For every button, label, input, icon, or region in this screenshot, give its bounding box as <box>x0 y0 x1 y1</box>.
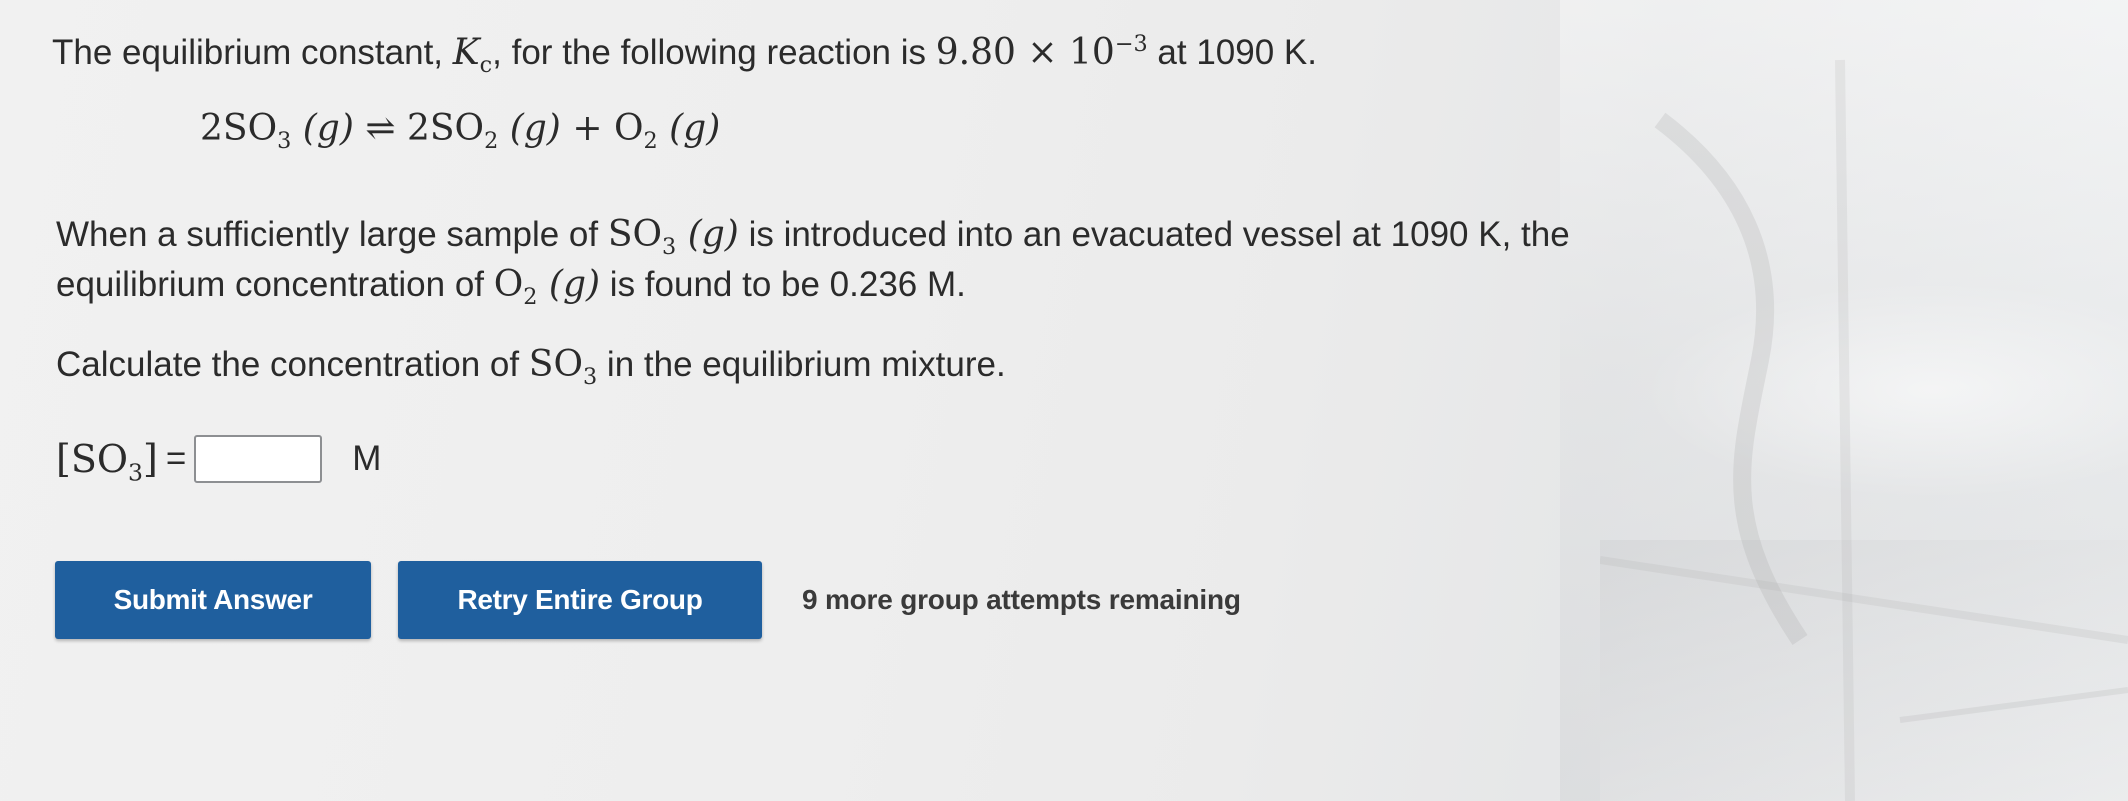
problem-intro: The equilibrium constant, Kc, for the fo… <box>52 30 1592 76</box>
product1-subscript: 2 <box>484 128 499 155</box>
product1-formula: 2SO <box>406 108 485 149</box>
problem-text: The equilibrium constant, Kc, for the fo… <box>52 30 1592 388</box>
para-so3-formula: SO <box>607 214 663 255</box>
para-so3-subscript: 3 <box>662 234 677 261</box>
para-o2-phase: (g) <box>548 264 601 305</box>
para-o2: O2 (g) <box>493 264 601 308</box>
kc-symbol: Kc <box>452 32 492 76</box>
para-text-end: is found to be 0.236 M. <box>600 265 966 304</box>
kc-base: 10 <box>1068 32 1115 73</box>
answer-label: [SO3] <box>56 437 158 484</box>
kc-mantissa: 9.80 <box>935 32 1016 73</box>
intro-text-end: at 1090 K. <box>1147 33 1317 72</box>
plus-sign: + <box>572 108 603 149</box>
problem-paragraph: When a sufficiently large sample of SO3 … <box>56 210 1592 310</box>
answer-label-open: [SO <box>56 437 129 481</box>
question-so3-formula: SO <box>528 344 583 385</box>
answer-label-subscript: 3 <box>128 458 143 487</box>
intro-text-mid: , for the following reaction is <box>492 33 936 72</box>
product1-phase: (g) <box>509 108 561 149</box>
question-text: Calculate the concentration of SO3 in th… <box>56 342 1592 388</box>
answer-row: [SO3] = M <box>56 428 381 490</box>
para-o2-subscript: 2 <box>523 284 538 311</box>
product2-phase: (g) <box>669 108 721 149</box>
reaction-equation: 2SO3 (g) ⇌ 2SO2 (g) + O2 (g) <box>200 108 1592 156</box>
unit-label: M <box>352 439 382 478</box>
attempts-remaining-text: 9 more group attempts remaining <box>802 584 1241 615</box>
para-text-start: When a sufficiently large sample of <box>56 215 608 254</box>
para-o2-formula: O <box>493 264 524 305</box>
question-text-start: Calculate the concentration of <box>56 345 529 384</box>
retry-entire-group-button[interactable]: Retry Entire Group <box>398 561 762 639</box>
background-reflection <box>1600 59 2128 801</box>
answer-label-close: ] <box>143 437 158 481</box>
submit-answer-button[interactable]: Submit Answer <box>55 561 371 639</box>
equals-sign: = <box>165 439 187 478</box>
para-so3-phase: (g) <box>687 214 739 255</box>
times-sign: × <box>1027 32 1058 73</box>
question-so3: SO3 <box>528 344 597 388</box>
intro-text-start: The equilibrium constant, <box>52 33 453 72</box>
kc-subscript: c <box>479 52 493 79</box>
kc-letter: K <box>452 32 480 73</box>
para-so3: SO3 (g) <box>607 214 739 258</box>
so3-concentration-input[interactable] <box>194 435 323 483</box>
action-bar: Submit Answer Retry Entire Group 9 more … <box>55 561 1241 639</box>
background-glare-lower <box>1600 540 2128 801</box>
background-glare-highlight <box>1640 280 2128 500</box>
product2-subscript: 2 <box>643 128 658 155</box>
reactant-formula: 2SO <box>200 108 278 149</box>
reactant-phase: (g) <box>302 108 354 149</box>
kc-exponent: −3 <box>1114 31 1148 57</box>
equilibrium-arrow: ⇌ <box>365 108 396 149</box>
question-text-end: in the equilibrium mixture. <box>597 345 1006 384</box>
reactant-subscript: 3 <box>277 128 292 155</box>
product2-formula: O <box>613 108 644 149</box>
background-glare <box>1560 0 2128 801</box>
question-so3-subscript: 3 <box>582 364 598 391</box>
kc-value: 9.80 × 10−3 <box>936 32 1148 73</box>
